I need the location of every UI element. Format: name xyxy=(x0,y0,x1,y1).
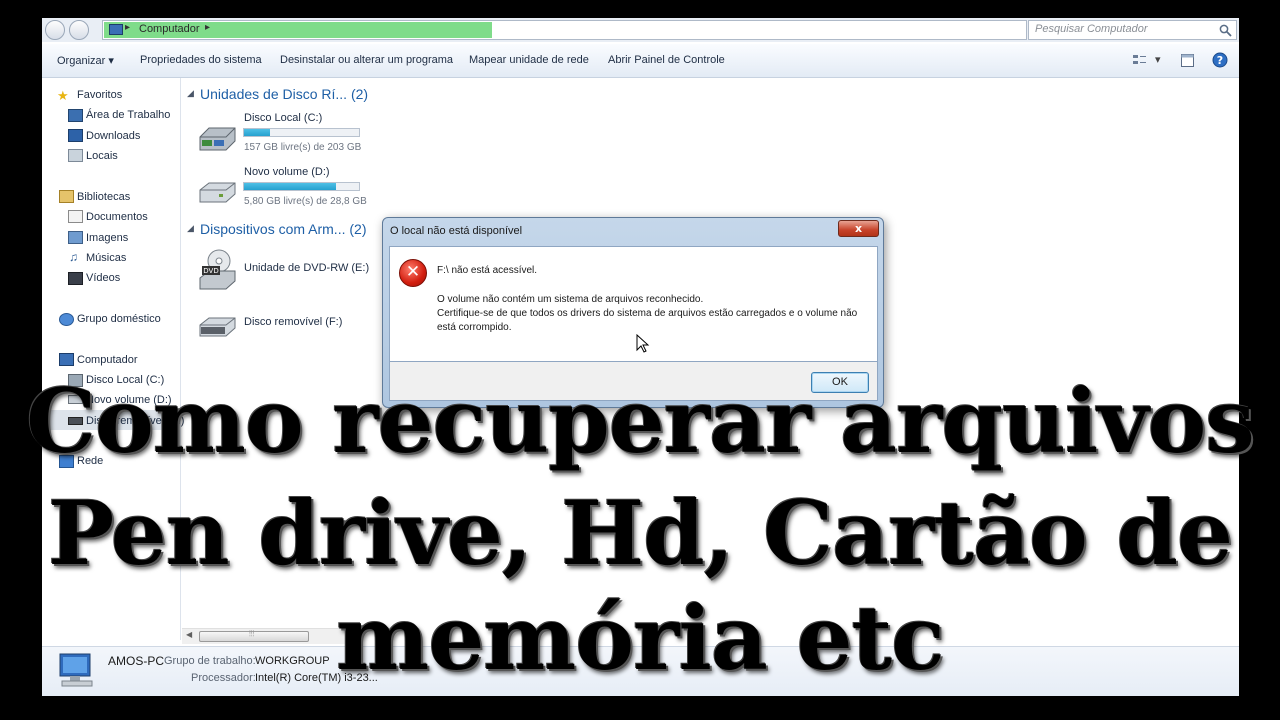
search-box[interactable]: Pesquisar Computador xyxy=(1028,20,1237,40)
drive-d-free: 5,80 GB livre(s) de 28,8 GB xyxy=(244,196,367,207)
overlay-caption-line3: memória etc xyxy=(336,586,945,690)
drive-c-free: 157 GB livre(s) de 203 GB xyxy=(244,142,362,153)
computer-icon xyxy=(59,353,74,366)
dialog-title: O local não está disponível xyxy=(390,225,523,237)
dvd-drive-icon: DVD xyxy=(199,249,236,290)
dialog-close-button[interactable]: x xyxy=(838,220,879,237)
drive-c-usage-fill xyxy=(244,129,270,136)
map-network-drive-button[interactable]: Mapear unidade de rede xyxy=(469,54,589,66)
system-properties-button[interactable]: Propriedades do sistema xyxy=(140,54,262,66)
drive-d-usage-fill xyxy=(244,183,336,190)
dialog-message-line3: está corrompido. xyxy=(437,322,512,333)
group-removable-header[interactable]: Dispositivos com Arm... (2) xyxy=(200,221,367,237)
nav-homegroup[interactable]: Grupo doméstico xyxy=(77,313,161,325)
group-hdd-header[interactable]: Unidades de Disco Rí... (2) xyxy=(200,86,368,102)
organize-button[interactable]: Organizar ▾ xyxy=(57,54,114,67)
overlay-caption-line2: Pen drive, Hd, Cartão de xyxy=(47,481,1233,585)
svg-text:DVD: DVD xyxy=(203,267,218,275)
dialog-message-line2: Certifique-se de que todos os drivers do… xyxy=(437,308,858,319)
svg-text:?: ? xyxy=(1217,54,1223,67)
error-icon: ✕ xyxy=(399,259,427,287)
documents-icon xyxy=(68,210,83,223)
group-hdd-label: Unidades de Disco Rí... xyxy=(200,86,348,102)
computer-icon xyxy=(109,24,123,35)
collapse-triangle-icon[interactable]: ◢ xyxy=(187,224,194,234)
dialog-main-message: F:\ não está acessível. xyxy=(437,265,538,276)
dialog-message-line1: O volume não contém um sistema de arquiv… xyxy=(437,294,704,305)
search-icon[interactable] xyxy=(1219,24,1232,37)
chevron-down-icon: ▾ xyxy=(108,55,114,67)
search-placeholder[interactable]: Pesquisar Computador xyxy=(1035,23,1148,35)
organize-label: Organizar xyxy=(57,55,106,67)
pictures-icon xyxy=(68,231,83,244)
nav-item-pictures[interactable]: Imagens xyxy=(86,232,128,244)
drive-c-usage-bar xyxy=(243,128,360,137)
nav-item-documents[interactable]: Documentos xyxy=(86,211,148,223)
music-icon: ♫ xyxy=(69,250,78,264)
nav-item-downloads[interactable]: Downloads xyxy=(86,130,140,142)
videos-icon xyxy=(68,272,83,285)
downloads-icon xyxy=(68,129,83,142)
nav-favorites[interactable]: Favoritos xyxy=(77,89,122,101)
nav-item-videos[interactable]: Vídeos xyxy=(86,272,120,284)
star-icon: ★ xyxy=(57,88,69,103)
view-dropdown-icon[interactable]: ▾ xyxy=(1155,53,1161,66)
open-control-panel-button[interactable]: Abrir Painel de Controle xyxy=(608,54,725,66)
recent-places-icon xyxy=(68,149,83,162)
dialog-body: ✕ F:\ não está acessível. O volume não c… xyxy=(389,246,878,362)
back-button[interactable] xyxy=(45,20,65,40)
group-hdd-count: (2) xyxy=(350,86,369,102)
libraries-icon xyxy=(59,190,74,203)
hard-disk-icon xyxy=(199,127,236,151)
nav-computer[interactable]: Computador xyxy=(77,354,138,366)
drive-c-name[interactable]: Disco Local (C:) xyxy=(244,112,322,124)
forward-button[interactable] xyxy=(69,20,89,40)
drive-d-usage-bar xyxy=(243,182,360,191)
uninstall-program-button[interactable]: Desinstalar ou alterar um programa xyxy=(280,54,453,66)
homegroup-icon xyxy=(59,313,74,326)
view-options-icon[interactable] xyxy=(1132,53,1148,67)
volume-icon xyxy=(199,182,236,203)
nav-item-recent[interactable]: Locais xyxy=(86,150,118,162)
command-bar: Organizar ▾ Propriedades do sistema Desi… xyxy=(42,44,1239,78)
address-bar[interactable]: ▸ Computador ▸ ▾ ✕ xyxy=(102,20,1081,40)
group-removable-label: Dispositivos com Arm... xyxy=(200,221,346,237)
drive-d-name[interactable]: Novo volume (D:) xyxy=(244,166,330,178)
help-icon[interactable]: ? xyxy=(1212,52,1228,68)
removable-disk-icon xyxy=(199,317,236,337)
breadcrumb-arrow-icon[interactable]: ▸ xyxy=(125,22,130,33)
nav-item-music[interactable]: Músicas xyxy=(86,252,126,264)
nav-libraries[interactable]: Bibliotecas xyxy=(77,191,130,203)
dvd-drive-name[interactable]: Unidade de DVD-RW (E:) xyxy=(244,262,369,274)
preview-pane-icon[interactable] xyxy=(1180,53,1196,68)
overlay-caption-line1: Como recuperar arquivos xyxy=(26,369,1255,473)
nav-item-desktop[interactable]: Área de Trabalho xyxy=(86,109,170,121)
group-removable-count: (2) xyxy=(349,221,367,237)
mouse-cursor-icon xyxy=(636,334,650,353)
desktop-icon xyxy=(68,109,83,122)
breadcrumb-arrow-icon[interactable]: ▸ xyxy=(205,22,210,33)
address-row: ▸ Computador ▸ ▾ ✕ Pesquisar Computador xyxy=(42,18,1239,42)
removable-disk-name[interactable]: Disco removível (F:) xyxy=(244,316,342,328)
collapse-triangle-icon[interactable]: ◢ xyxy=(187,89,194,99)
breadcrumb-computer[interactable]: Computador xyxy=(139,23,200,35)
